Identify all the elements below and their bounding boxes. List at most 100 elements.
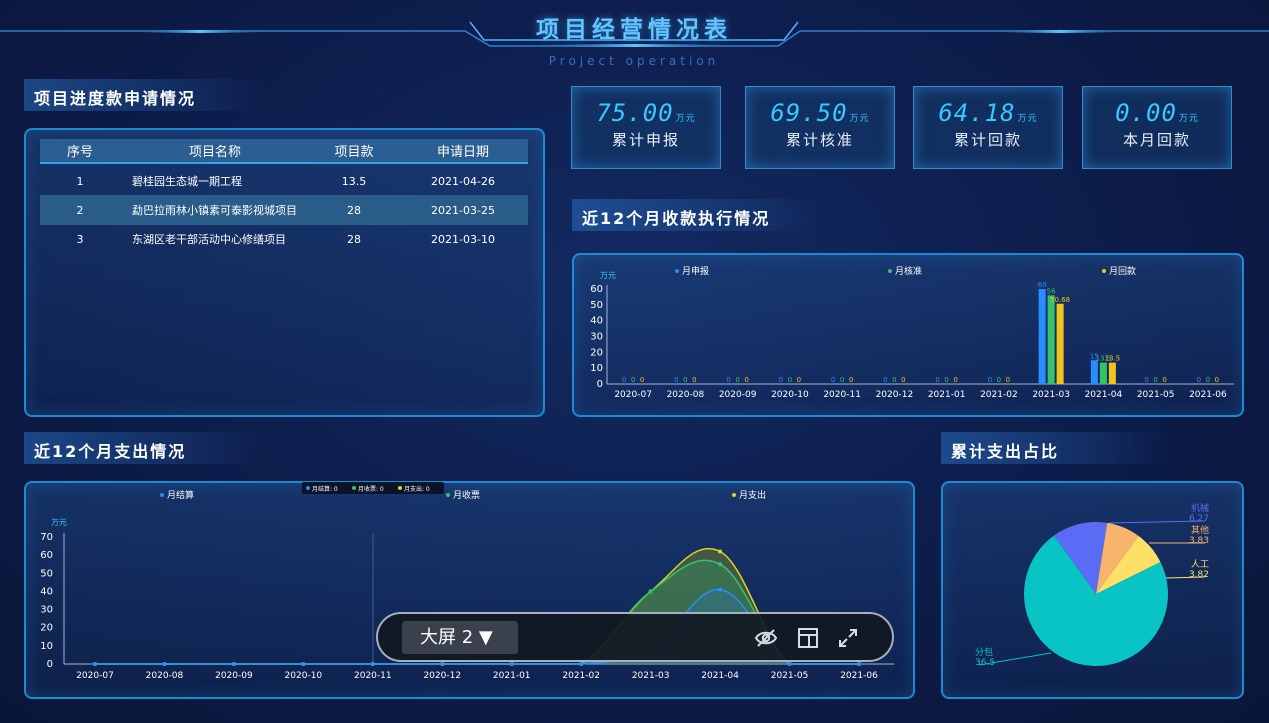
y-tick-label: 30: [590, 332, 603, 343]
data-point[interactable]: [301, 662, 306, 666]
table-row[interactable]: 1 碧桂园生态城一期工程 13.5 2021-04-26: [40, 166, 528, 196]
bar-value-label: 0: [1197, 376, 1201, 384]
kpi-card-month-received: 0.00 万元 本月回款: [1082, 86, 1232, 169]
kpi-value: 69.50 万元: [746, 99, 894, 127]
table-cell: 28: [347, 232, 361, 246]
y-tick-label: 0: [47, 659, 53, 670]
bar-value-label: 0: [1153, 376, 1157, 384]
kpi-card-total-received: 64.18 万元 累计回款: [913, 86, 1063, 169]
data-point[interactable]: [718, 549, 723, 554]
legend-marker: [732, 493, 736, 497]
kpi-value: 0.00 万元: [1083, 99, 1231, 127]
bar[interactable]: [1099, 362, 1107, 384]
data-point[interactable]: [648, 589, 653, 594]
data-point[interactable]: [787, 662, 792, 666]
data-point[interactable]: [370, 662, 375, 666]
x-tick-label: 2020-12: [423, 671, 461, 681]
pie-slice-value: 36.5: [975, 658, 995, 668]
receipts-bar-chart: 万元0102030405060月申报 月核准 月回款2020-070 0 02020-0…: [590, 265, 1234, 400]
table-header-cell: 申请日期: [436, 145, 489, 160]
x-tick-label: 2020-11: [823, 390, 861, 400]
kpi-label: 累计申报: [611, 131, 680, 149]
bar-value-label: 0: [1162, 376, 1166, 384]
bar-value-label: 0: [788, 376, 792, 384]
table-cell: 2021-03-10: [431, 232, 495, 246]
table-row[interactable]: 2 勐巴拉雨林小镇素可泰影视城项目 28 2021-03-25: [40, 195, 528, 225]
kpi-label: 累计回款: [953, 131, 1022, 149]
bar[interactable]: [1038, 289, 1046, 384]
x-tick-label: 2020-08: [667, 390, 705, 400]
y-tick-label: 20: [590, 347, 603, 358]
data-point[interactable]: [857, 662, 861, 666]
expenses-area-chart: 万元 0 10 20 30 40 50 60 70 月结算 月收票 月支出 月结算: 0 月收票: 0 月支…: [40, 482, 894, 681]
x-tick-label: 2020-07: [76, 671, 114, 681]
bar-value-label: 0: [683, 376, 687, 384]
kpi-unit: 万元: [1017, 114, 1038, 124]
x-tick-label: 2021-04: [701, 671, 739, 681]
fullscreen-icon[interactable]: [836, 626, 860, 650]
legend-label: 月回款: [1109, 265, 1136, 277]
kpi-value: 75.00 万元: [572, 99, 720, 127]
x-tick-label: 2021-01: [493, 671, 531, 681]
data-point[interactable]: [93, 662, 97, 666]
bar-value-label: 0: [726, 376, 730, 384]
screen-toolbar: 大屏 2 ▼: [376, 612, 894, 662]
table-header-cell: 序号: [66, 145, 93, 160]
kpi-card-total-declared: 75.00 万元 累计申报: [571, 86, 721, 169]
y-axis-unit-label: 万元: [51, 518, 67, 527]
legend-label: 月申报: [682, 265, 709, 277]
bar[interactable]: [1108, 362, 1116, 384]
legend-marker: [888, 269, 892, 273]
kpi-unit: 万元: [849, 114, 870, 124]
expense-share-pie-chart: 机械6.27其他3.83 人工3.82 分包36.5: [975, 502, 1209, 668]
eye-off-icon[interactable]: [754, 626, 778, 650]
y-tick-label: 0: [597, 379, 603, 390]
data-point[interactable]: [231, 662, 236, 666]
y-axis-unit-label: 万元: [600, 271, 616, 280]
y-tick-label: 60: [590, 284, 603, 295]
y-tick-label: 70: [40, 532, 53, 543]
kpi-label: 本月回款: [1122, 131, 1191, 149]
y-tick-label: 20: [40, 623, 53, 634]
y-tick-label: 40: [40, 586, 53, 597]
screen-select-dropdown[interactable]: 大屏 2 ▼: [402, 621, 518, 654]
x-tick-label: 2021-06: [1189, 390, 1227, 400]
bar-value-label: 0: [674, 376, 678, 384]
data-point[interactable]: [162, 662, 167, 666]
y-tick-label: 50: [40, 568, 53, 579]
bar-value-label: 0: [997, 376, 1001, 384]
data-point[interactable]: [440, 662, 445, 666]
x-tick-label: 2020-07: [614, 390, 652, 400]
bar-value-label: 0: [1006, 376, 1010, 384]
tooltip-marker: [352, 486, 356, 490]
bar-value-label: 0: [1215, 376, 1219, 384]
x-tick-label: 2021-05: [771, 671, 809, 681]
data-point[interactable]: [579, 662, 584, 666]
table-row[interactable]: 3 东湖区老干部活动中心修缮项目 28 2021-03-10: [40, 224, 528, 254]
bar-value-label: 0: [1206, 376, 1210, 384]
x-tick-label: 2021-05: [1137, 390, 1175, 400]
y-tick-label: 40: [590, 316, 603, 327]
data-point[interactable]: [718, 587, 723, 592]
data-point[interactable]: [509, 662, 514, 666]
pie-slice-value: 3.82: [1189, 570, 1209, 580]
bar-value-label: 0: [883, 376, 887, 384]
bar-value-label: 0: [953, 376, 957, 384]
bar[interactable]: [1090, 360, 1098, 384]
bar-value-label: 0: [735, 376, 739, 384]
y-tick-label: 30: [40, 605, 53, 616]
data-point[interactable]: [718, 562, 723, 567]
bar-value-label: 0: [640, 376, 644, 384]
kpi-value: 64.18 万元: [914, 99, 1062, 127]
bar[interactable]: [1056, 303, 1064, 384]
bar[interactable]: [1047, 295, 1055, 384]
y-tick-label: 50: [590, 300, 603, 311]
bar-value-label: 0: [779, 376, 783, 384]
section-title-expense-share: 累计支出占比: [941, 432, 1171, 464]
legend-label: 月核准: [895, 265, 922, 277]
bar-value-label: 50.68: [1050, 296, 1070, 304]
x-tick-label: 2021-04: [1085, 390, 1123, 400]
bar-value-label: 0: [831, 376, 835, 384]
legend-label: 月收票: [453, 489, 480, 501]
layout-icon[interactable]: [796, 626, 820, 650]
